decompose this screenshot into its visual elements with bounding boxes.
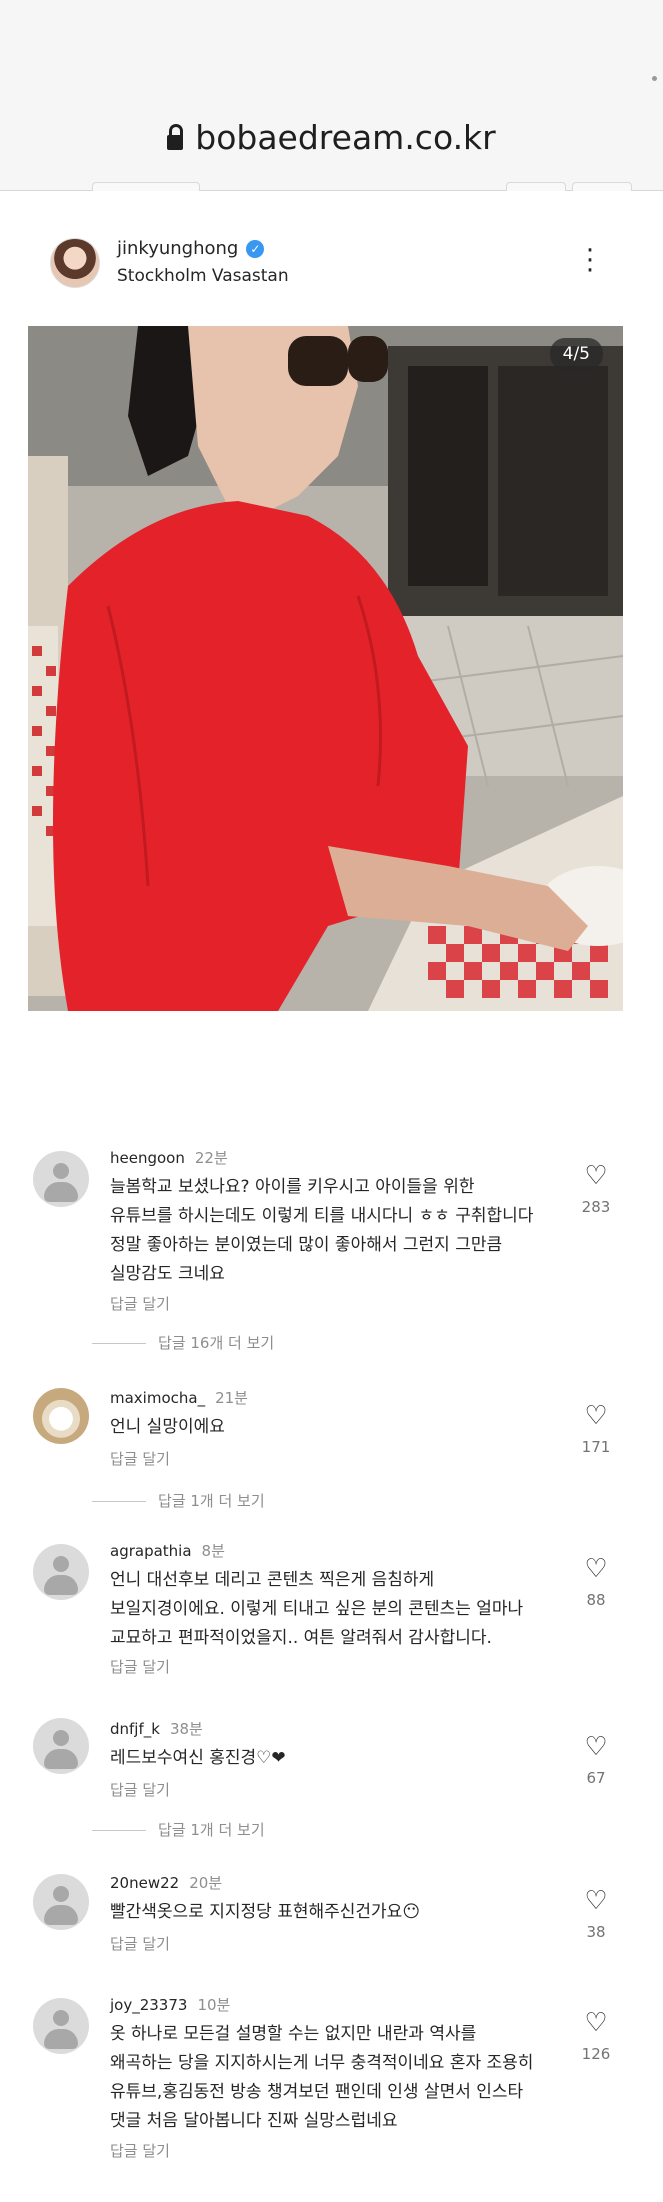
toolbar-tab-edge	[506, 182, 566, 191]
heart-icon[interactable]: ♡	[584, 1403, 608, 1429]
reply-button[interactable]: 답글 달기	[110, 1656, 170, 1677]
comment-line: 정말 좋아하는 분이였는데 많이 좋아해서 그런지 그만큼	[110, 1235, 503, 1255]
post-username-link[interactable]: jinkyunghong ✓	[117, 238, 265, 259]
reply-button[interactable]: 답글 달기	[110, 1779, 170, 1800]
reply-button[interactable]: 답글 달기	[110, 2140, 170, 2161]
like-count: 67	[586, 1769, 606, 1787]
avatar[interactable]	[33, 1874, 89, 1930]
url-text: bobaedream.co.kr	[195, 118, 496, 157]
comment-time: 38분	[169, 1720, 203, 1738]
reply-button[interactable]: 답글 달기	[110, 1933, 170, 1954]
comment-line: 왜곡하는 당을 지지하시는게 너무 충격적이네요 혼자 조용히	[110, 2053, 534, 2073]
comment-username[interactable]: 20new22	[110, 1874, 179, 1892]
view-more-replies-button[interactable]: 답글 1개 더 보기	[92, 1490, 265, 1511]
divider	[92, 1343, 146, 1344]
avatar[interactable]	[33, 1998, 89, 2054]
post-location[interactable]: Stockholm Vasastan	[117, 266, 289, 286]
more-vertical-icon[interactable]: · · ·	[582, 238, 598, 284]
comment-text: 늘봄학교 보셨나요? 아이를 키우시고 아이들을 위한 유튜브를 하시는데도 이…	[110, 1173, 570, 1289]
view-more-replies-button[interactable]: 답글 16개 더 보기	[92, 1332, 274, 1353]
toolbar-tab-edge	[92, 182, 200, 191]
avatar[interactable]	[50, 238, 100, 288]
lock-icon	[167, 124, 184, 150]
comment-time: 8분	[201, 1542, 225, 1560]
comment-line: 교묘하고 편파적이었을지.. 여튼 알려줘서 감사합니다.	[110, 1628, 492, 1648]
heart-icon[interactable]: ♡	[584, 1556, 608, 1582]
comment-time: 21분	[215, 1389, 248, 1407]
toolbar-tab-edge	[572, 182, 632, 191]
avatar[interactable]	[33, 1388, 89, 1444]
reply-button[interactable]: 답글 달기	[110, 1293, 170, 1314]
browser-address-bar: bobaedream.co.kr	[0, 0, 663, 191]
browser-dot-icon	[652, 76, 657, 81]
comment-username[interactable]: heengoon	[110, 1149, 185, 1167]
avatar[interactable]	[33, 1718, 89, 1774]
comment-username[interactable]: dnfjf_k	[110, 1720, 160, 1738]
like-count: 38	[586, 1923, 606, 1941]
comment-line: 레드보수여신 홍진경♡❤	[110, 1748, 286, 1768]
comment-username[interactable]: agrapathia	[110, 1542, 192, 1560]
comment-username[interactable]: maximocha_	[110, 1389, 205, 1407]
view-more-label: 답글 16개 더 보기	[158, 1334, 275, 1352]
view-more-replies-button[interactable]: 답글 1개 더 보기	[92, 1819, 265, 1840]
comment-line: 옷 하나로 모든걸 설명할 수는 없지만 내란과 역사를	[110, 2024, 477, 2044]
comment-text: 레드보수여신 홍진경♡❤	[110, 1744, 570, 1773]
comment-line: 빨간색옷으로 지지정당 표현해주신건가요😶	[110, 1902, 421, 1922]
image-counter-badge: 4/5	[549, 338, 603, 370]
view-more-label: 답글 1개 더 보기	[158, 1821, 265, 1839]
comment-username[interactable]: joy_23373	[110, 1996, 187, 2014]
divider	[92, 1501, 146, 1502]
like-count: 88	[586, 1591, 606, 1609]
comment-line: 유튜브를 하시는데도 이렇게 티를 내시다니 ㅎㅎ 구취합니다	[110, 1206, 534, 1226]
heart-icon[interactable]: ♡	[584, 1888, 608, 1914]
comment-line: 댓글 처음 달아봅니다 진짜 실망스럽네요	[110, 2111, 398, 2131]
divider	[92, 1830, 146, 1831]
url-display[interactable]: bobaedream.co.kr	[0, 118, 663, 157]
view-more-label: 답글 1개 더 보기	[158, 1492, 265, 1510]
comment-line: 언니 실망이에요	[110, 1417, 225, 1437]
comment-text: 언니 대선후보 데리고 콘텐츠 찍은게 음침하게 보일지경이에요. 이렇게 티내…	[110, 1566, 570, 1653]
comment-line: 보일지경이에요. 이렇게 티내고 싶은 분의 콘텐츠는 얼마나	[110, 1599, 524, 1619]
like-count: 171	[581, 1438, 611, 1456]
reply-button[interactable]: 답글 달기	[110, 1448, 170, 1469]
like-count: 126	[581, 2045, 611, 2063]
post-photo[interactable]: 4/5	[28, 326, 623, 1011]
avatar[interactable]	[33, 1544, 89, 1600]
avatar[interactable]	[33, 1151, 89, 1207]
comment-line: 늘봄학교 보셨나요? 아이를 키우시고 아이들을 위한	[110, 1177, 475, 1197]
post-username: jinkyunghong	[117, 238, 239, 259]
comment-text: 언니 실망이에요	[110, 1413, 570, 1442]
comment-line: 유튜브,홍김동전 방송 챙겨보던 팬인데 인생 살면서 인스타	[110, 2082, 524, 2102]
post-photo-image	[28, 326, 623, 1011]
comment-line: 언니 대선후보 데리고 콘텐츠 찍은게 음침하게	[110, 1570, 435, 1590]
heart-icon[interactable]: ♡	[584, 2010, 608, 2036]
comment-time: 10분	[197, 1996, 231, 2014]
post-header: jinkyunghong ✓ Stockholm Vasastan · · ·	[0, 210, 663, 310]
heart-icon[interactable]: ♡	[584, 1163, 608, 1189]
comment-text: 빨간색옷으로 지지정당 표현해주신건가요😶	[110, 1898, 570, 1927]
verified-badge-icon: ✓	[246, 240, 265, 258]
comment-time: 20분	[189, 1874, 223, 1892]
heart-icon[interactable]: ♡	[584, 1734, 608, 1760]
comment-text: 옷 하나로 모든걸 설명할 수는 없지만 내란과 역사를 왜곡하는 당을 지지하…	[110, 2020, 570, 2136]
like-count: 283	[581, 1198, 611, 1216]
comment-time: 22분	[194, 1149, 228, 1167]
comment-line: 실망감도 크네요	[110, 1264, 225, 1284]
